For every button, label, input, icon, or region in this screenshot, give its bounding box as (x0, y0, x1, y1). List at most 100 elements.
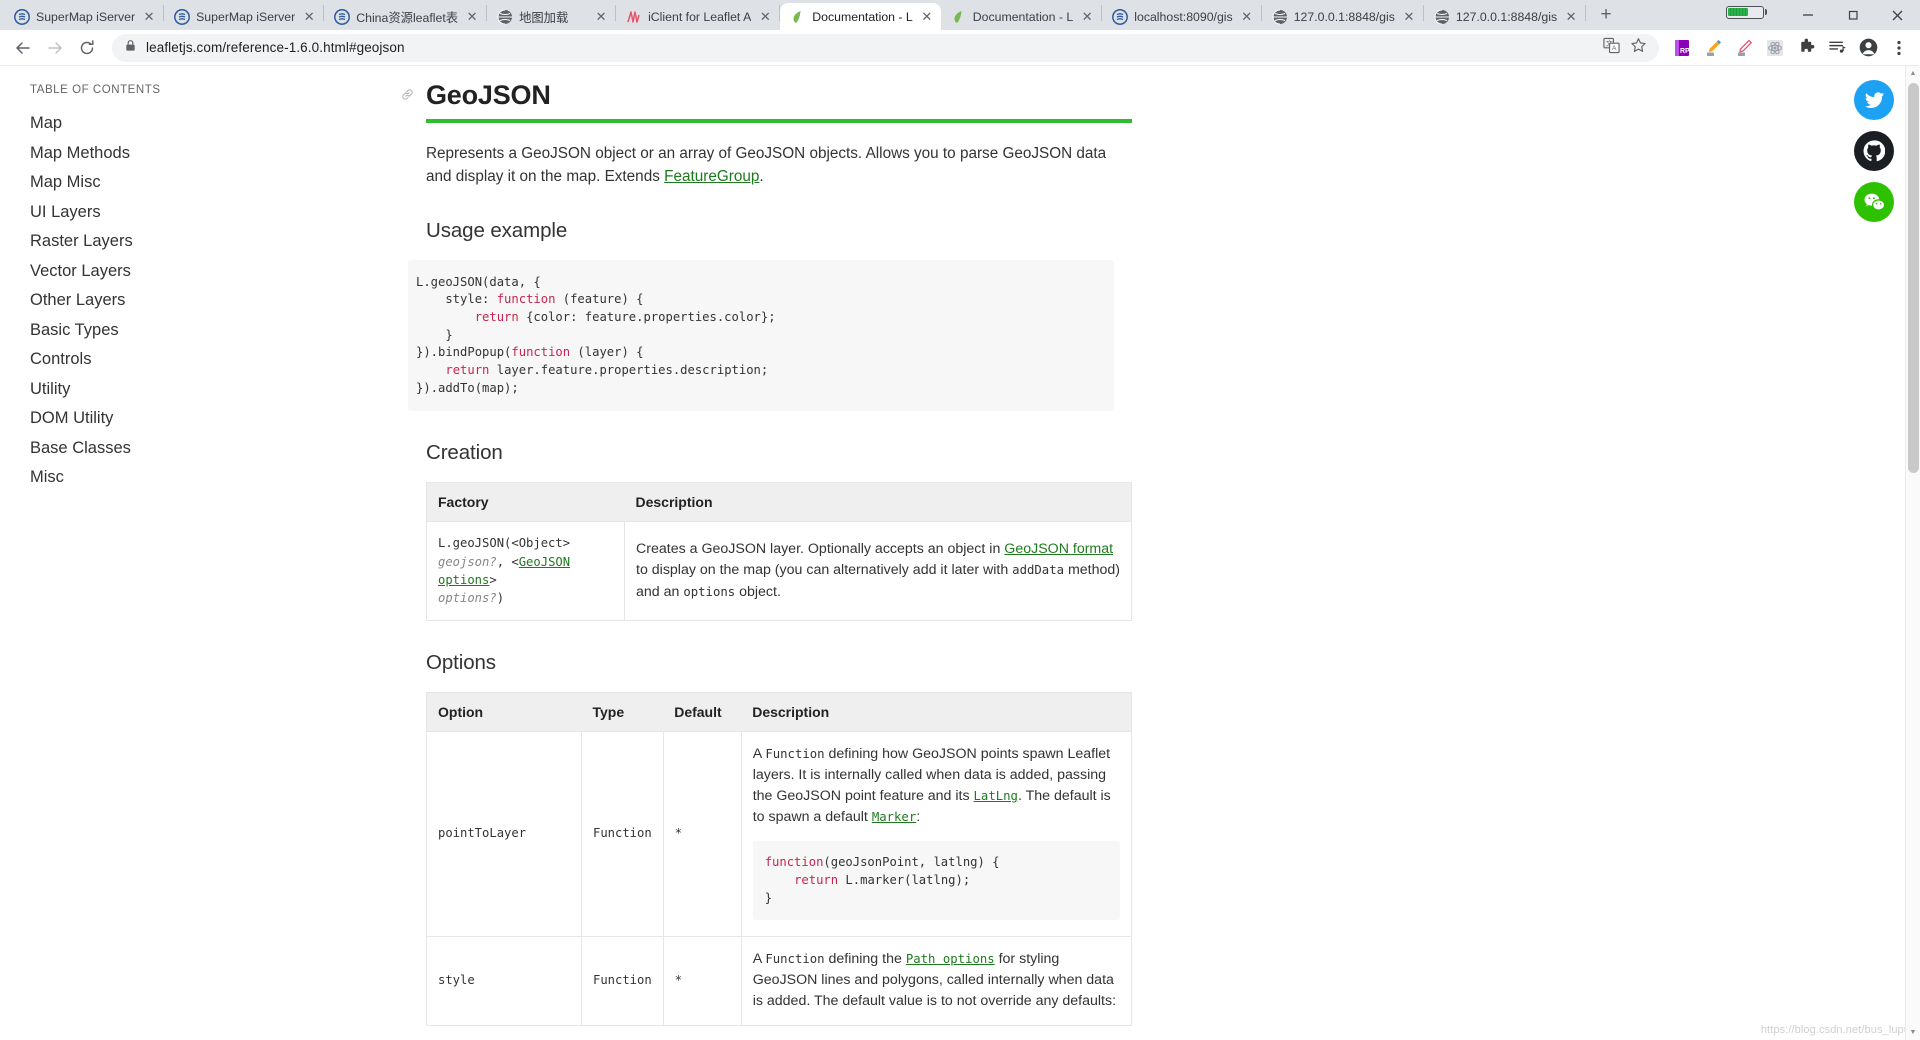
close-icon[interactable]: ✕ (1401, 9, 1417, 25)
latlng-link[interactable]: LatLng (974, 789, 1018, 803)
reading-list-icon[interactable] (1824, 35, 1850, 61)
tab-title: 127.0.0.1:8848/gis (1455, 9, 1558, 24)
scroll-down-arrow[interactable]: ▼ (1906, 1025, 1920, 1040)
close-icon[interactable]: ✕ (593, 9, 609, 25)
page-scrollbar[interactable]: ▲ ▼ (1905, 66, 1920, 1040)
code-keyword-function: function (764, 854, 824, 869)
browser-tab[interactable]: 地图加载 ✕ (487, 3, 615, 30)
close-icon[interactable]: ✕ (141, 9, 157, 25)
twitter-icon[interactable] (1854, 80, 1894, 120)
option-default-cell: * (662, 935, 742, 1026)
new-tab-button[interactable]: + (1592, 1, 1620, 29)
sidebar-item-map[interactable]: Map (30, 109, 400, 139)
path-options-link[interactable]: Path options (906, 952, 995, 966)
code-line-7: }).addTo(map); (416, 380, 519, 395)
browser-tab[interactable]: iClient for Leaflet A ✕ (616, 3, 779, 30)
factory-line-3-end: ) (496, 591, 505, 606)
browser-tab[interactable]: Documentation - L ✕ (941, 3, 1101, 30)
browser-tab-active[interactable]: Documentation - L ✕ (780, 3, 941, 30)
maximize-button[interactable] (1830, 0, 1875, 30)
supermap-icon (14, 8, 30, 25)
sidebar-item-ui-layers[interactable]: UI Layers (30, 198, 400, 228)
highlighter-pen-icon[interactable] (1700, 35, 1726, 61)
tab-title: 地图加载 (519, 10, 569, 25)
translate-icon[interactable]: 文A (1603, 37, 1620, 59)
browser-tab[interactable]: China资源leaflet表 ✕ (324, 3, 486, 30)
browser-tab[interactable]: 127.0.0.1:8848/gis ✕ (1262, 3, 1423, 30)
sidebar-item-other-layers[interactable]: Other Layers (30, 286, 400, 316)
sidebar-item-raster-layers[interactable]: Raster Layers (30, 227, 400, 257)
sidebar-item-controls[interactable]: Controls (30, 345, 400, 375)
browser-tab[interactable]: localhost:8090/gis ✕ (1102, 3, 1260, 30)
sidebar-item-base-classes[interactable]: Base Classes (30, 434, 400, 464)
marker-link[interactable]: Marker (872, 810, 916, 824)
close-icon[interactable]: ✕ (1079, 9, 1095, 25)
browser-toolbar: leafletjs.com/reference-1.6.0.html#geojs… (0, 30, 1920, 66)
browser-tab[interactable]: SuperMap iServer ✕ (4, 3, 163, 30)
code-line-2a: style: (416, 292, 497, 307)
sidebar-item-dom-utility[interactable]: DOM Utility (30, 404, 400, 434)
close-icon[interactable]: ✕ (757, 9, 773, 25)
sidebar-item-map-misc[interactable]: Map Misc (30, 168, 400, 198)
column-header-description: Description (624, 482, 1132, 523)
address-bar[interactable]: leafletjs.com/reference-1.6.0.html#geojs… (112, 33, 1659, 62)
sidebar-item-misc[interactable]: Misc (30, 463, 400, 493)
url-text: leafletjs.com/reference-1.6.0.html#geojs… (146, 40, 405, 55)
close-icon[interactable]: ✕ (919, 9, 935, 25)
react-devtools-icon[interactable] (1762, 35, 1788, 61)
svg-text:A: A (1612, 45, 1617, 52)
code-keyword-function: function (496, 292, 556, 307)
code-line-1-rest: (geoJsonPoint, latlng) { (823, 854, 1000, 869)
lock-icon (124, 39, 137, 57)
social-links (1854, 80, 1894, 222)
page-viewport: TABLE OF CONTENTS Map Map Methods Map Mi… (0, 66, 1920, 1040)
table-row: pointToLayer Function * A Function defin… (426, 730, 1133, 937)
browser-tab[interactable]: SuperMap iServer ✕ (164, 3, 323, 30)
featuregroup-link[interactable]: FeatureGroup (664, 168, 759, 185)
tab-title: SuperMap iServer (36, 9, 136, 24)
code-keyword-function-2: function (511, 345, 571, 360)
sidebar-item-vector-layers[interactable]: Vector Layers (30, 257, 400, 287)
close-icon[interactable]: ✕ (1563, 9, 1579, 25)
geojson-format-link[interactable]: GeoJSON format (1004, 541, 1113, 557)
anchor-link-icon[interactable] (400, 87, 416, 104)
desc-code-options: options (683, 584, 736, 599)
code-line-3: } (764, 891, 773, 906)
browser-tab[interactable]: 127.0.0.1:8848/gis ✕ (1424, 3, 1585, 30)
svg-text:RP: RP (1680, 48, 1690, 55)
wechat-icon[interactable] (1854, 182, 1894, 222)
code-line-2b: L.marker(latlng); (838, 873, 971, 888)
scrollbar-thumb[interactable] (1908, 83, 1919, 473)
back-button[interactable] (8, 33, 38, 63)
tab-title: 127.0.0.1:8848/gis (1293, 9, 1395, 24)
table-row: style Function * A Function defining the… (426, 935, 1133, 1026)
tab-title: localhost:8090/gis (1134, 9, 1233, 24)
reload-button[interactable] (72, 33, 102, 63)
tab-strip: SuperMap iServer ✕ SuperMap iServer ✕ Ch… (0, 0, 1920, 30)
star-icon[interactable] (1630, 37, 1647, 59)
minimize-button[interactable] (1785, 0, 1830, 30)
column-header-option: Option (426, 691, 582, 732)
factory-line-2-mid: , < (496, 554, 519, 569)
close-icon[interactable]: ✕ (464, 9, 480, 25)
sidebar-item-basic-types[interactable]: Basic Types (30, 316, 400, 346)
tab-title: Documentation - L (812, 9, 913, 24)
puzzle-extension-icon[interactable] (1793, 35, 1819, 61)
globe-icon (1272, 9, 1288, 25)
sidebar-item-map-methods[interactable]: Map Methods (30, 139, 400, 169)
github-icon[interactable] (1854, 131, 1894, 171)
supermap-icon (334, 8, 351, 25)
red-pen-icon[interactable] (1731, 35, 1757, 61)
close-icon[interactable]: ✕ (301, 9, 317, 25)
intro-paragraph: Represents a GeoJSON object or an array … (426, 142, 1126, 189)
scroll-up-arrow[interactable]: ▲ (1906, 66, 1920, 81)
intro-text-a: Represents a GeoJSON object or an array … (426, 145, 1107, 186)
forward-button[interactable] (40, 33, 70, 63)
battery-indicator (1725, 5, 1767, 19)
three-dot-menu-icon[interactable] (1886, 35, 1912, 61)
profile-avatar-icon[interactable] (1855, 35, 1881, 61)
close-icon[interactable]: ✕ (1239, 9, 1255, 25)
sidebar-item-utility[interactable]: Utility (30, 375, 400, 405)
close-window-button[interactable] (1875, 0, 1920, 30)
rp-extension-icon[interactable]: RP (1669, 35, 1695, 61)
